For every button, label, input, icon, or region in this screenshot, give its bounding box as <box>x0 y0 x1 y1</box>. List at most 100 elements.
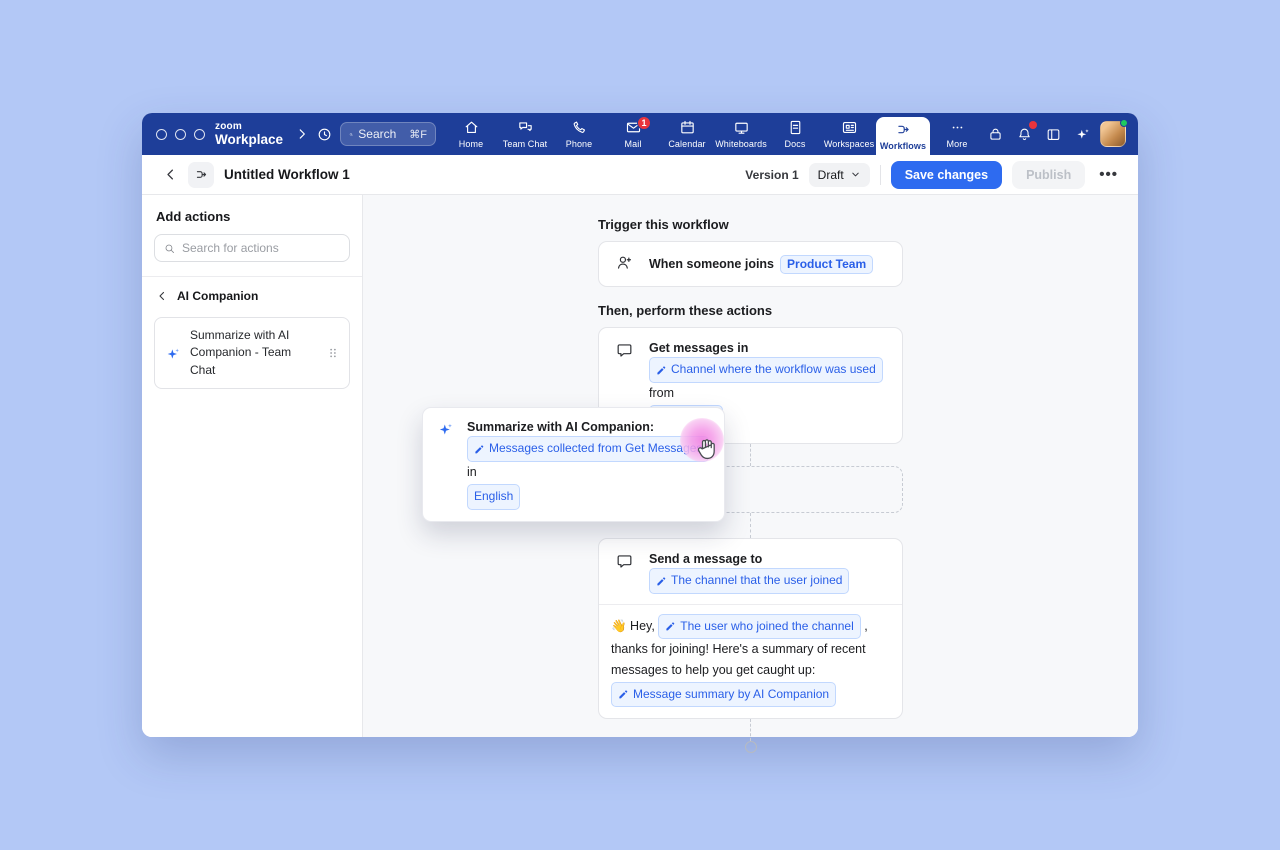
nav-tab-team-chat[interactable]: Team Chat <box>498 113 552 155</box>
action-list-item[interactable]: Summarize with AI Companion - Team Chat <box>154 317 350 389</box>
connector-line <box>750 513 751 538</box>
nav-right-tools <box>984 121 1126 147</box>
publish-button[interactable]: Publish <box>1012 161 1085 189</box>
trigger-channel-pill[interactable]: Product Team <box>780 255 873 274</box>
workflow-title[interactable]: Untitled Workflow 1 <box>224 167 350 182</box>
pencil-icon <box>618 688 629 699</box>
workflow-header: Untitled Workflow 1 Version 1 Draft Save… <box>142 155 1138 195</box>
nav-tab-workflows[interactable]: Workflows <box>876 117 930 155</box>
category-label: AI Companion <box>177 289 258 303</box>
workflow-type-icon <box>188 162 214 188</box>
nav-tab-phone[interactable]: Phone <box>552 113 606 155</box>
channel-variable-pill[interactable]: Channel where the workflow was used <box>649 357 883 383</box>
app-window: zoom Workplace ⌘F Home Team Chat <box>142 113 1138 737</box>
back-button[interactable] <box>158 163 182 187</box>
connector-line <box>750 444 751 466</box>
nav-tab-more[interactable]: More <box>930 113 984 155</box>
send-channel-pill[interactable]: The channel that the user joined <box>649 568 849 594</box>
ai-sparkle-icon <box>165 346 181 362</box>
history-icon[interactable] <box>316 123 334 145</box>
pencil-icon <box>665 620 676 631</box>
message-body[interactable]: 👋 Hey, The user who joined the channel ,… <box>599 605 902 718</box>
dragged-action-card[interactable]: Summarize with AI Companion: Messages co… <box>422 407 725 522</box>
logo-zoom: zoom <box>215 122 283 132</box>
header-divider <box>880 165 881 185</box>
nav-tab-mail[interactable]: Mail 1 <box>606 113 660 155</box>
save-changes-button[interactable]: Save changes <box>891 161 1002 189</box>
collapse-chevron-icon[interactable] <box>293 123 311 145</box>
zoom-workplace-logo: zoom Workplace <box>215 122 283 147</box>
chat-bubble-icon <box>615 552 634 594</box>
action-list-item-label: Summarize with AI Companion - Team Chat <box>190 327 318 379</box>
phone-icon <box>571 119 588 136</box>
search-shortcut: ⌘F <box>409 128 427 141</box>
trigger-section-heading: Trigger this workflow <box>598 217 903 232</box>
global-search[interactable]: ⌘F <box>340 122 436 146</box>
status-badge: Draft <box>818 168 844 182</box>
top-navigation-bar: zoom Workplace ⌘F Home Team Chat <box>142 113 1138 155</box>
pencil-icon <box>656 364 667 375</box>
actions-section-heading: Then, perform these actions <box>598 303 903 318</box>
window-zoom-button[interactable] <box>194 129 205 140</box>
actions-search-input[interactable] <box>182 241 322 255</box>
user-avatar[interactable] <box>1100 121 1126 147</box>
user-variable-pill[interactable]: The user who joined the channel <box>658 614 860 639</box>
notification-dot <box>1029 121 1037 129</box>
status-dropdown[interactable]: Draft <box>809 163 870 187</box>
drag-card-title: Summarize with AI Companion: <box>467 419 710 436</box>
search-input[interactable] <box>358 127 404 141</box>
in-text: in <box>467 465 477 479</box>
more-menu-button[interactable]: ••• <box>1095 166 1122 183</box>
calendar-icon <box>679 119 696 136</box>
drag-handle-icon[interactable] <box>327 346 339 360</box>
window-close-button[interactable] <box>156 129 167 140</box>
nav-tab-whiteboards[interactable]: Whiteboards <box>714 113 768 155</box>
from-text: from <box>649 386 674 400</box>
logo-workplace: Workplace <box>215 133 283 147</box>
apps-bag-icon[interactable] <box>984 123 1006 145</box>
ai-companion-sparkle-icon[interactable] <box>1071 123 1093 145</box>
send-message-title: Send a message to <box>649 551 849 568</box>
trigger-node[interactable]: When someone joins Product Team <box>598 241 903 287</box>
version-label: Version 1 <box>745 168 798 182</box>
messages-variable-pill[interactable]: Messages collected from Get Messages <box>467 436 709 462</box>
nav-tab-calendar[interactable]: Calendar <box>660 113 714 155</box>
hand-cursor <box>694 435 722 468</box>
message-prefix: 👋 Hey, <box>611 619 655 633</box>
home-icon <box>463 119 480 136</box>
nav-tab-docs[interactable]: Docs <box>768 113 822 155</box>
language-pill[interactable]: English <box>467 484 520 510</box>
whiteboards-icon <box>733 119 750 136</box>
flow-endpoint-circle[interactable] <box>745 741 757 753</box>
actions-search[interactable] <box>154 234 350 262</box>
ai-sparkle-icon <box>437 421 454 438</box>
team-chat-icon <box>517 119 534 136</box>
trigger-text: When someone joins <box>649 257 774 271</box>
status-online-dot <box>1120 119 1128 127</box>
mail-unread-badge: 1 <box>637 116 651 130</box>
send-message-node[interactable]: Send a message to The channel that the u… <box>598 538 903 719</box>
pencil-icon <box>656 575 667 586</box>
summary-variable-pill[interactable]: Message summary by AI Companion <box>611 682 836 707</box>
nav-tab-home[interactable]: Home <box>444 113 498 155</box>
primary-nav-tabs: Home Team Chat Phone Mail 1 Calendar <box>444 113 984 155</box>
nav-tab-workspaces[interactable]: Workspaces <box>822 113 876 155</box>
chevron-left-icon <box>156 290 168 302</box>
workflows-icon <box>895 121 912 138</box>
notifications-bell-icon[interactable] <box>1013 123 1035 145</box>
sidebar-heading: Add actions <box>156 209 348 224</box>
search-icon <box>163 242 176 255</box>
header-actions: Version 1 Draft Save changes Publish ••• <box>745 161 1122 189</box>
more-dots-icon <box>949 119 966 136</box>
docs-icon <box>787 119 804 136</box>
panel-icon[interactable] <box>1042 123 1064 145</box>
get-messages-title: Get messages in <box>649 340 886 357</box>
window-minimize-button[interactable] <box>175 129 186 140</box>
workspaces-icon <box>841 119 858 136</box>
chevron-down-icon <box>850 169 861 180</box>
user-plus-icon <box>615 253 634 277</box>
actions-sidebar: Add actions AI Companion Summarize with … <box>142 195 363 737</box>
window-controls[interactable] <box>156 129 205 140</box>
connector-line <box>750 719 751 741</box>
sidebar-category-back[interactable]: AI Companion <box>142 276 362 315</box>
